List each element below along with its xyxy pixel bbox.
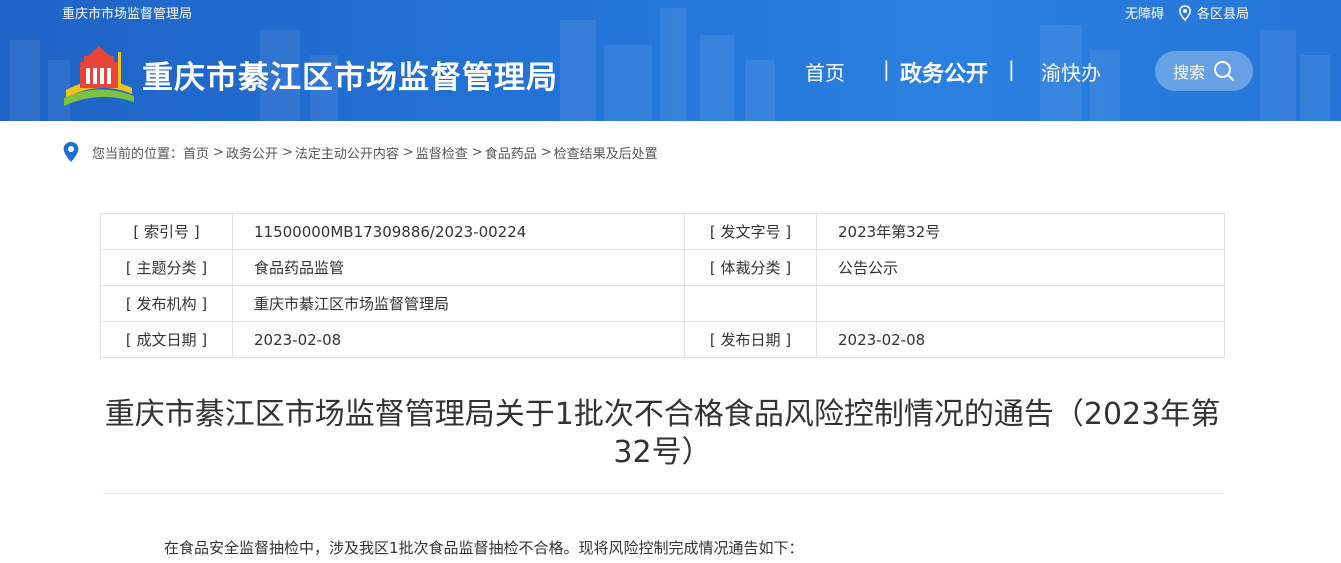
location-pin-icon xyxy=(63,142,79,162)
article-intro: 在食品安全监督抽检中，涉及我区1批次食品监督抽检不合格。现将风险控制完成情况通告… xyxy=(164,539,804,557)
table-row: [ 发布机构 ] 重庆市綦江区市场监督管理局 xyxy=(100,285,1225,322)
issuer-label: [ 发布机构 ] xyxy=(100,285,233,322)
breadcrumb-separator: > xyxy=(471,144,483,160)
genre-value: 公告公示 xyxy=(816,249,1225,286)
table-row: [ 主题分类 ] 食品药品监管 [ 体裁分类 ] 公告公示 xyxy=(100,249,1225,286)
search-button[interactable]: 搜索 xyxy=(1155,51,1253,91)
issuer-value: 重庆市綦江区市场监督管理局 xyxy=(232,285,685,322)
index-label: [ 索引号 ] xyxy=(100,213,233,250)
breadcrumb: 您当前的位置： 首页 > 政务公开 > 法定主动公开内容 > 监督检查 > 食品… xyxy=(62,140,658,164)
index-value: 11500000MB17309886/2023-00224 xyxy=(232,213,685,250)
breadcrumb-gov-affairs[interactable]: 政务公开 xyxy=(226,143,278,162)
breadcrumb-supervision[interactable]: 监督检查 xyxy=(416,143,468,162)
breadcrumb-statutory-content[interactable]: 法定主动公开内容 xyxy=(295,143,399,162)
article-title: 重庆市綦江区市场监督管理局关于1批次不合格食品风险控制情况的通告（2023年第 … xyxy=(100,396,1225,472)
breadcrumb-separator: > xyxy=(213,144,224,160)
topic-label: [ 主题分类 ] xyxy=(100,249,233,286)
article-title-line2: 32号） xyxy=(613,435,712,470)
breadcrumb-food-drug[interactable]: 食品药品 xyxy=(485,143,537,162)
site-header: 重庆市市场监督管理局 无障碍 各区县局 重庆市綦江区市场监督管理局 首页 | 政… xyxy=(0,0,1341,121)
table-row: [ 成文日期 ] 2023-02-08 [ 发布日期 ] 2023-02-08 xyxy=(100,321,1225,358)
breadcrumb-prefix: 您当前的位置： xyxy=(92,146,184,162)
districts-link[interactable]: 各区县局 xyxy=(1197,3,1249,22)
accessibility-link[interactable]: 无障碍 xyxy=(1125,3,1164,22)
empty-cell xyxy=(684,285,817,322)
main-nav: 首页 | 政务公开 | 渝快办 xyxy=(0,57,1341,91)
doc-no-label: [ 发文字号 ] xyxy=(684,213,817,250)
nav-home[interactable]: 首页 xyxy=(805,57,845,86)
empty-cell xyxy=(816,285,1225,322)
parent-agency-link[interactable]: 重庆市市场监督管理局 xyxy=(62,3,192,22)
breadcrumb-separator: > xyxy=(540,144,552,160)
published-date-value: 2023-02-08 xyxy=(816,321,1225,358)
nav-separator: | xyxy=(883,57,890,81)
created-date-label: [ 成文日期 ] xyxy=(100,321,233,358)
published-date-label: [ 发布日期 ] xyxy=(684,321,817,358)
topic-value: 食品药品监管 xyxy=(232,249,685,286)
document-metadata-table: [ 索引号 ] 11500000MB17309886/2023-00224 [ … xyxy=(100,213,1225,358)
breadcrumb-inspection-results[interactable]: 检查结果及后处置 xyxy=(554,143,658,162)
nav-gov-affairs[interactable]: 政务公开 xyxy=(900,56,988,88)
nav-separator: | xyxy=(1008,57,1015,81)
breadcrumb-separator: > xyxy=(402,144,414,160)
article-title-line1: 重庆市綦江区市场监督管理局关于1批次不合格食品风险控制情况的通告（2023年第 xyxy=(104,397,1221,432)
location-pin-icon xyxy=(1178,4,1191,21)
created-date-value: 2023-02-08 xyxy=(232,321,685,358)
search-icon xyxy=(1214,61,1234,81)
title-divider xyxy=(103,493,1223,494)
nav-yukuaiban[interactable]: 渝快办 xyxy=(1041,57,1101,86)
table-row: [ 索引号 ] 11500000MB17309886/2023-00224 [ … xyxy=(100,213,1225,250)
search-label: 搜索 xyxy=(1172,63,1205,82)
breadcrumb-home[interactable]: 首页 xyxy=(183,143,209,162)
doc-no-value: 2023年第32号 xyxy=(816,213,1225,250)
breadcrumb-separator: > xyxy=(281,144,293,160)
genre-label: [ 体裁分类 ] xyxy=(684,249,817,286)
top-utility-links: 无障碍 各区县局 xyxy=(1125,3,1249,22)
